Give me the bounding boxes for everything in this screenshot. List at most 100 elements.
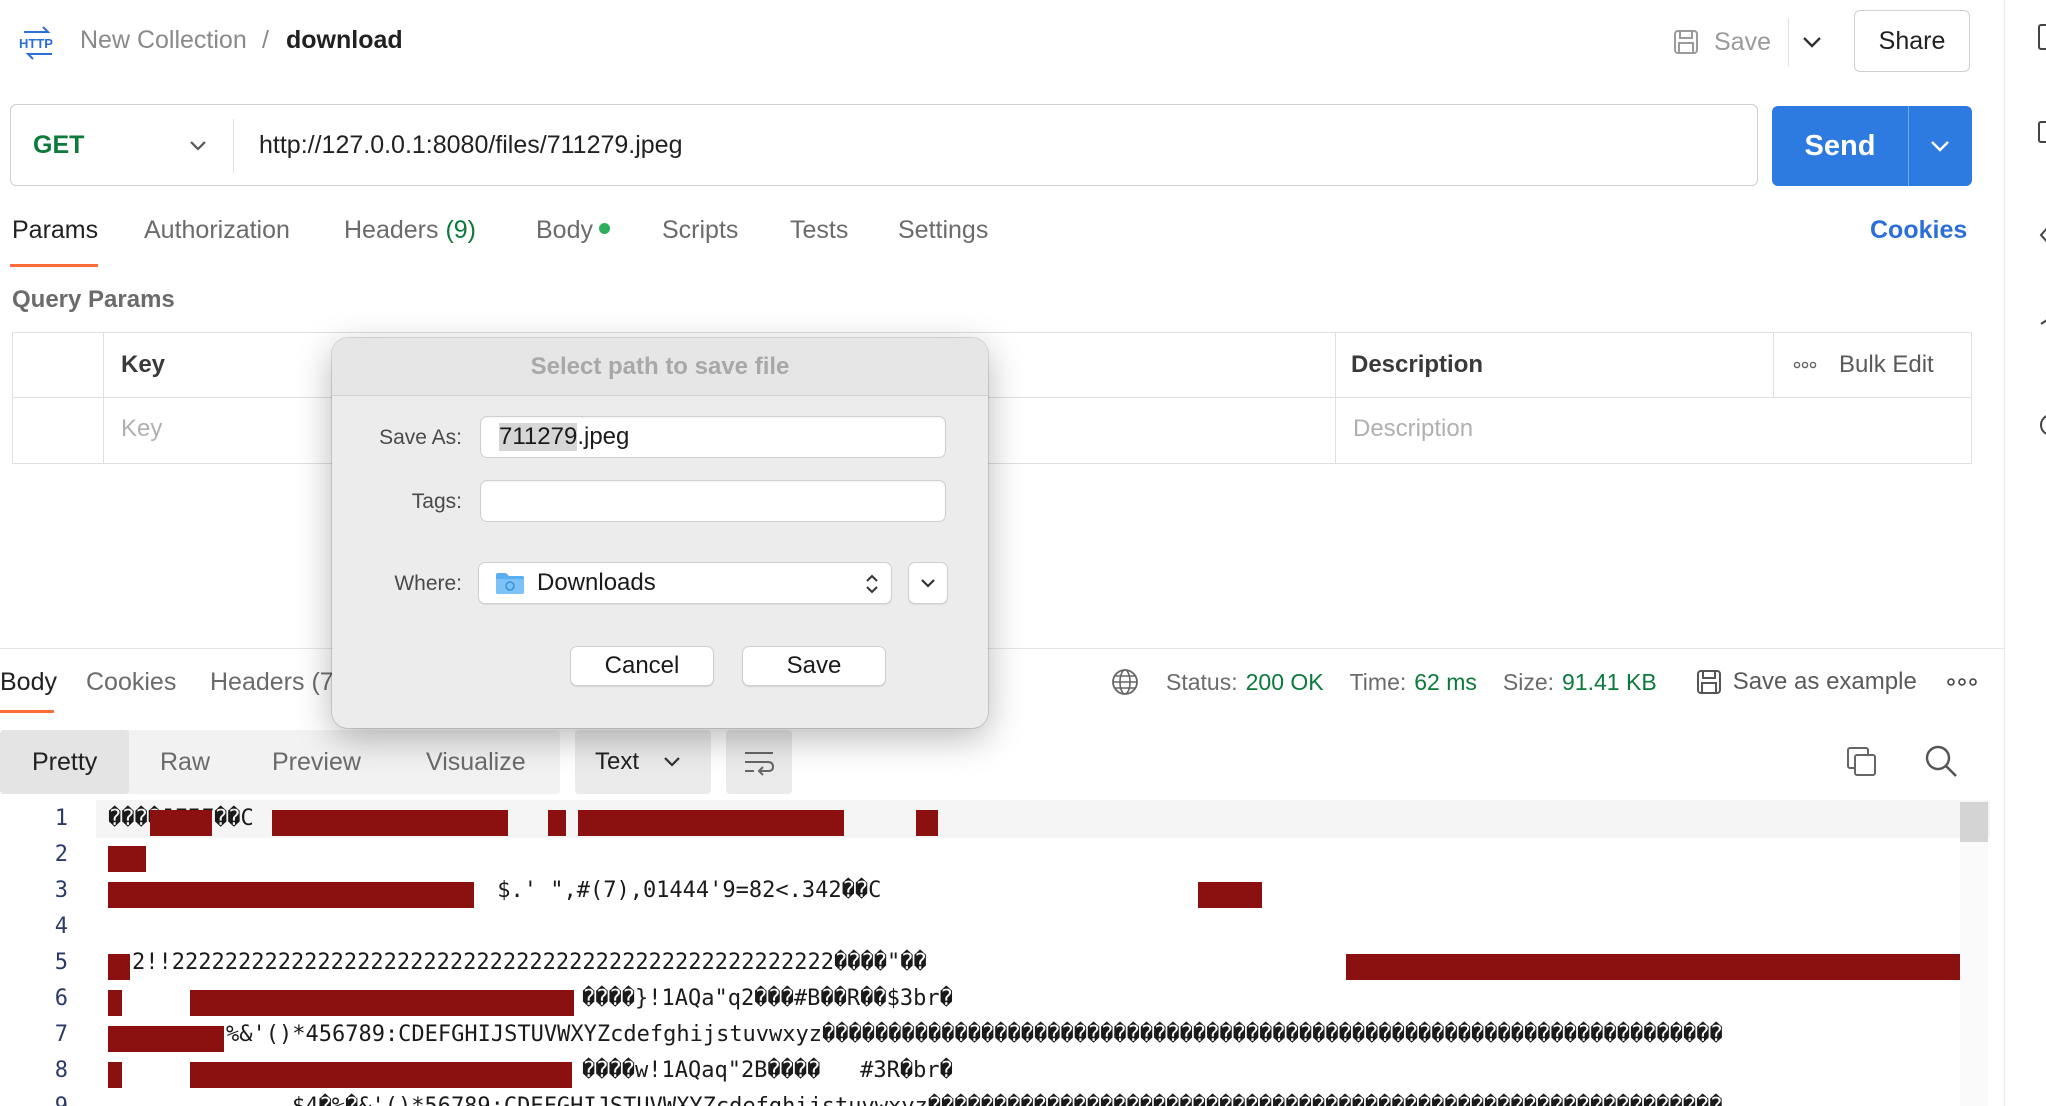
sidebar-info-icon[interactable] [2035, 410, 2046, 440]
code-text: $.' ",#(7),01444'9=82<.342��C [484, 878, 881, 903]
tab-authorization[interactable]: Authorization [144, 216, 290, 245]
code-text: $4�%�&'()*56789:CDEFGHIJSTUVWXYZcdefghij… [292, 1094, 1722, 1106]
filename-input[interactable]: 711279 .jpeg [480, 416, 946, 458]
url-divider [233, 119, 234, 173]
control-char-block [108, 882, 474, 908]
code-line: 8 ����w!1AQaq"2B���� #3R�br� [0, 1052, 1990, 1088]
sidebar-doc-icon[interactable] [2035, 22, 2046, 52]
http-icon: HTTP [19, 26, 53, 60]
code-text-content: %&'()*456789:CDEFGHIJSTUVWXYZcdefghijstu… [226, 1022, 1723, 1047]
description-input[interactable]: Description [1353, 415, 1473, 443]
updown-icon [866, 574, 878, 594]
editor-scrollbar[interactable] [1960, 802, 1988, 1106]
filename-selected-text: 711279 [499, 423, 578, 451]
view-tab-visualize[interactable]: Visualize [426, 730, 526, 794]
chevron-down-icon [664, 757, 680, 767]
copy-icon[interactable] [1844, 744, 1880, 780]
view-mode-tabs: Pretty Raw Preview Visualize [0, 730, 560, 794]
breadcrumb-request-name[interactable]: download [286, 26, 403, 55]
response-tab-cookies[interactable]: Cookies [86, 668, 176, 697]
control-char-block [150, 810, 212, 836]
code-line: 3 $.' ",#(7),01444'9=82<.342��C [0, 872, 1990, 908]
response-tab-body[interactable]: Body [0, 668, 57, 697]
line-number: 6 [54, 986, 68, 1011]
chevron-down-icon[interactable] [183, 131, 213, 161]
breadcrumb-collection[interactable]: New Collection [80, 26, 247, 55]
code-line: 7 %&'()*456789:CDEFGHIJSTUVWXYZcdefghijs… [0, 1016, 1990, 1052]
view-tab-raw[interactable]: Raw [160, 730, 210, 794]
save-as-example-label: Save as example [1732, 668, 1917, 695]
more-icon [1793, 361, 1817, 369]
editor-scrollbar-thumb[interactable] [1960, 802, 1988, 842]
expand-dialog-button[interactable] [908, 562, 948, 604]
control-char-block [108, 1062, 122, 1088]
tab-settings[interactable]: Settings [898, 216, 988, 245]
tab-headers-label: Headers [344, 216, 439, 244]
code-line: 6 ����}!1AQa"q2���#B��R��$3br� [0, 980, 1990, 1016]
time-value[interactable]: 62 ms [1414, 669, 1477, 696]
code-text: %&'()*456789:CDEFGHIJSTUVWXYZcdefghijstu… [226, 1022, 1723, 1047]
view-tab-preview[interactable]: Preview [272, 730, 361, 794]
bulk-edit-button[interactable]: Bulk Edit [1793, 351, 1934, 379]
table-row-divider [13, 397, 1971, 398]
line-number: 4 [54, 914, 68, 939]
control-char-block [578, 810, 844, 836]
response-tab-headers[interactable]: Headers (7 [210, 668, 334, 697]
control-char-block [108, 954, 130, 980]
search-icon[interactable] [1922, 742, 1960, 780]
control-char-block [190, 990, 574, 1016]
tab-tests[interactable]: Tests [790, 216, 848, 245]
tab-body-label: Body [536, 216, 593, 244]
sidebar-code-icon[interactable] [2035, 118, 2046, 148]
send-button[interactable]: Send [1772, 106, 1908, 186]
where-select[interactable]: Downloads [478, 562, 892, 604]
tags-label: Tags: [411, 490, 462, 513]
chevron-down-icon [1803, 37, 1821, 48]
method-select[interactable]: GET [33, 131, 84, 160]
sidebar-link-icon[interactable] [2035, 316, 2046, 346]
status-value[interactable]: 200 OK [1246, 669, 1324, 696]
chevron-left-icon[interactable] [2035, 220, 2046, 250]
tab-params[interactable]: Params [12, 216, 98, 245]
size-label: Size: [1502, 668, 1555, 695]
header-save-button[interactable]: Save [1672, 22, 1771, 62]
key-input[interactable]: Key [121, 415, 162, 443]
filename-extension: .jpeg [577, 423, 630, 450]
save-as-example-button[interactable]: Save as example [1695, 668, 1917, 696]
header-save-label: Save [1714, 27, 1771, 56]
globe-icon[interactable] [1110, 667, 1140, 697]
send-options-button[interactable] [1908, 106, 1972, 186]
wrap-lines-button[interactable] [726, 730, 792, 794]
line-number: 7 [54, 1022, 68, 1047]
control-char-block [108, 990, 122, 1016]
table-col-divider [1335, 333, 1336, 463]
control-char-block [1198, 882, 1262, 908]
request-tabs: Params Authorization Headers (9) Body Sc… [0, 216, 2000, 268]
header-divider [1788, 18, 1789, 66]
cookies-link[interactable]: Cookies [1870, 216, 1967, 245]
control-char-block [548, 810, 566, 836]
bulk-edit-label: Bulk Edit [1839, 351, 1934, 378]
control-char-block [916, 810, 938, 836]
size-value[interactable]: 91.41 KB [1562, 669, 1657, 696]
headers-count: (9) [445, 216, 477, 244]
url-bar: GET http://127.0.0.1:8080/files/711279.j… [10, 104, 1758, 186]
format-select[interactable]: Text [575, 730, 711, 794]
response-more-button[interactable] [1946, 678, 1977, 686]
where-label: Where: [394, 572, 462, 595]
right-sidebar [2004, 0, 2046, 1106]
share-button[interactable]: Share [1854, 10, 1970, 72]
tab-headers[interactable]: Headers (9) [344, 216, 476, 245]
code-text: ����}!1AQa"q2���#B��R��$3br� [582, 986, 953, 1011]
tags-input[interactable] [480, 480, 946, 522]
view-tab-pretty[interactable]: Pretty [0, 730, 130, 794]
query-params-table: Key Description Bulk Edit Key Descriptio… [12, 332, 1972, 464]
response-body-editor[interactable]: 1 ����JFIF��C 2 3 $.' ",#(7),01444'9=82<… [0, 800, 1990, 1106]
tab-body[interactable]: Body [536, 216, 610, 245]
save-options-button[interactable] [1790, 22, 1834, 62]
tab-scripts[interactable]: Scripts [662, 216, 738, 245]
dialog-save-button[interactable]: Save [742, 646, 886, 686]
url-input[interactable]: http://127.0.0.1:8080/files/711279.jpeg [259, 131, 683, 160]
cancel-button[interactable]: Cancel [570, 646, 714, 686]
save-as-label: Save As: [379, 426, 462, 449]
